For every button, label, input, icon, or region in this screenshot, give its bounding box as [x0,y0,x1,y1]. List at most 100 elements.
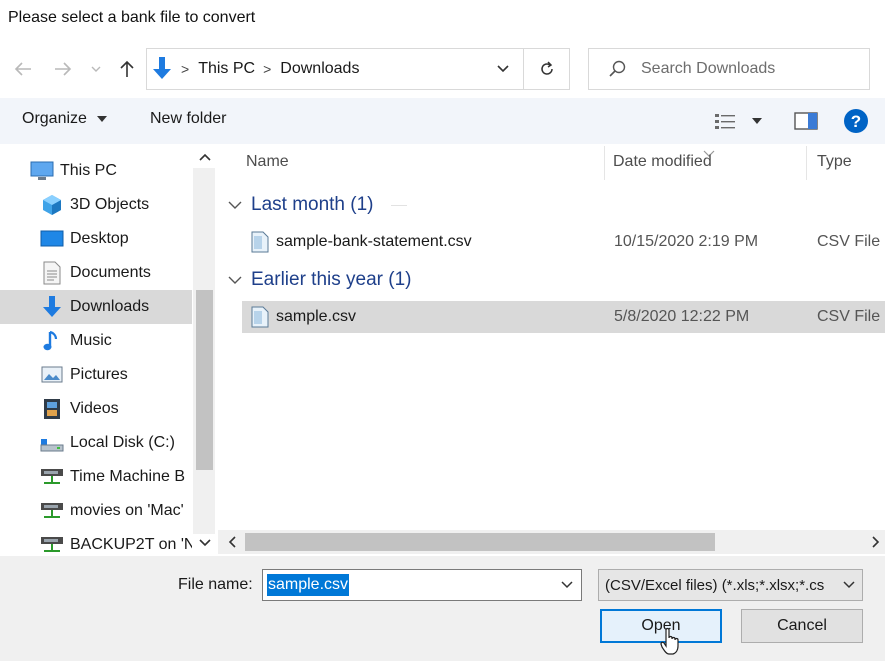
help-button[interactable]: ? [843,108,869,134]
file-date-modified: 10/15/2020 2:19 PM [614,233,759,250]
breadcrumb-separator-icon: > [181,61,190,77]
file-list-scrollbar-thumb[interactable] [245,533,715,551]
videos-icon [40,397,64,421]
forward-arrow-icon [55,62,72,76]
documents-icon [40,261,64,285]
network-drive-icon [40,465,64,489]
nav-item-label: Time Machine B [70,468,185,485]
search-icon [609,60,626,77]
up-button[interactable] [114,56,140,82]
file-type: CSV File [817,308,881,325]
nav-item-downloads[interactable]: Downloads [0,290,192,324]
cancel-button[interactable]: Cancel [741,609,863,643]
nav-item-3d-objects[interactable]: 3D Objects [0,188,192,222]
nav-item-time-machine[interactable]: Time Machine B [0,460,192,494]
column-header-date-modified[interactable]: Date modified [613,153,712,171]
chevron-down-icon [91,66,101,72]
nav-item-music[interactable]: Music [0,324,192,358]
scroll-right-button[interactable] [868,534,884,550]
new-folder-button[interactable]: New folder [150,110,226,128]
breadcrumb-downloads[interactable]: Downloads [280,60,359,78]
column-header-name[interactable]: Name [246,153,289,171]
file-type-filter-select[interactable]: (CSV/Excel files) (*.xls;*.xlsx;*.cs [598,569,863,601]
chevron-down-icon [97,115,108,122]
file-name-dropdown-button[interactable] [553,570,581,600]
recent-locations-button[interactable] [86,56,106,82]
group-divider [391,205,407,206]
group-label: Earlier this year (1) [251,269,412,290]
forward-button[interactable] [50,56,76,82]
mouse-cursor-icon [660,627,679,655]
nav-item-pictures[interactable]: Pictures [0,358,192,392]
breadcrumb-separator-icon: > [263,61,272,77]
search-box[interactable]: Search Downloads [588,48,870,90]
nav-item-videos[interactable]: Videos [0,392,192,426]
nav-item-label: Music [70,332,112,349]
organize-button[interactable]: Organize [22,110,108,128]
chevron-down-icon [228,201,242,209]
nav-item-label: Local Disk (C:) [70,434,175,451]
this-pc-icon [30,159,54,183]
chevron-down-icon [228,276,242,284]
column-header-type[interactable]: Type [817,153,852,171]
file-type-filter-value: (CSV/Excel files) (*.xls;*.xlsx;*.cs [605,576,825,594]
nav-item-documents[interactable]: Documents [0,256,192,290]
file-row[interactable]: sample.csv 5/8/2020 12:22 PM CSV File [242,301,885,333]
column-divider[interactable] [604,146,605,180]
group-label: Last month (1) [251,194,374,215]
change-view-button[interactable] [714,110,766,132]
chevron-left-icon [228,536,236,548]
file-date-modified: 5/8/2020 12:22 PM [614,308,750,325]
dialog-title: Please select a bank file to convert [8,9,256,26]
file-name: sample.csv [276,308,357,325]
file-type-dropdown-button[interactable] [836,570,862,600]
group-header-earlier-this-year[interactable]: Earlier this year (1) [228,265,412,295]
3d-objects-icon [40,193,64,217]
chevron-up-icon [199,153,211,161]
refresh-button[interactable] [523,49,569,89]
downloads-icon [153,57,171,79]
column-divider[interactable] [806,146,807,180]
group-header-last-month[interactable]: Last month (1) [228,190,407,220]
csv-file-icon [251,231,269,253]
nav-scrollbar-thumb[interactable] [196,290,213,470]
nav-scroll-up-button[interactable] [198,148,212,166]
nav-item-label: BACKUP2T on 'N [70,536,192,553]
chevron-down-icon [752,118,762,124]
file-row[interactable]: sample-bank-statement.csv 10/15/2020 2:1… [242,226,885,258]
nav-item-this-pc[interactable]: This PC [0,154,192,188]
file-type: CSV File [817,233,881,250]
nav-item-desktop[interactable]: Desktop [0,222,192,256]
nav-item-label: This PC [60,162,117,179]
nav-item-label: Pictures [70,366,128,383]
network-drive-icon [40,533,64,557]
nav-item-label: Documents [70,264,151,281]
scroll-left-button[interactable] [224,534,240,550]
chevron-right-icon [872,536,880,548]
organize-label: Organize [22,110,87,127]
view-details-icon [715,114,735,129]
refresh-icon [540,61,553,75]
nav-item-movies-on-mac[interactable]: movies on 'Mac' [0,494,192,528]
nav-item-label: 3D Objects [70,196,150,213]
svg-text:?: ? [851,112,861,131]
network-drive-icon [40,499,64,523]
local-disk-icon [40,431,64,455]
breadcrumb-this-pc[interactable]: This PC [198,60,255,78]
nav-item-local-disk[interactable]: Local Disk (C:) [0,426,192,460]
address-dropdown-button[interactable] [483,49,523,89]
back-arrow-icon [14,62,31,76]
address-bar[interactable]: > This PC > Downloads [146,48,570,90]
file-name: sample-bank-statement.csv [276,233,472,250]
help-icon: ? [844,109,868,133]
preview-pane-button[interactable] [792,110,820,132]
file-name-value: sample.csv [267,574,350,596]
nav-scroll-down-button[interactable] [198,535,212,551]
file-name-label: File name: [178,576,253,593]
back-button[interactable] [10,56,36,82]
up-arrow-icon [120,60,134,77]
chevron-down-icon [199,539,211,547]
nav-item-label: Videos [70,400,119,417]
pictures-icon [40,363,64,387]
file-name-input[interactable]: sample.csv [262,569,582,601]
